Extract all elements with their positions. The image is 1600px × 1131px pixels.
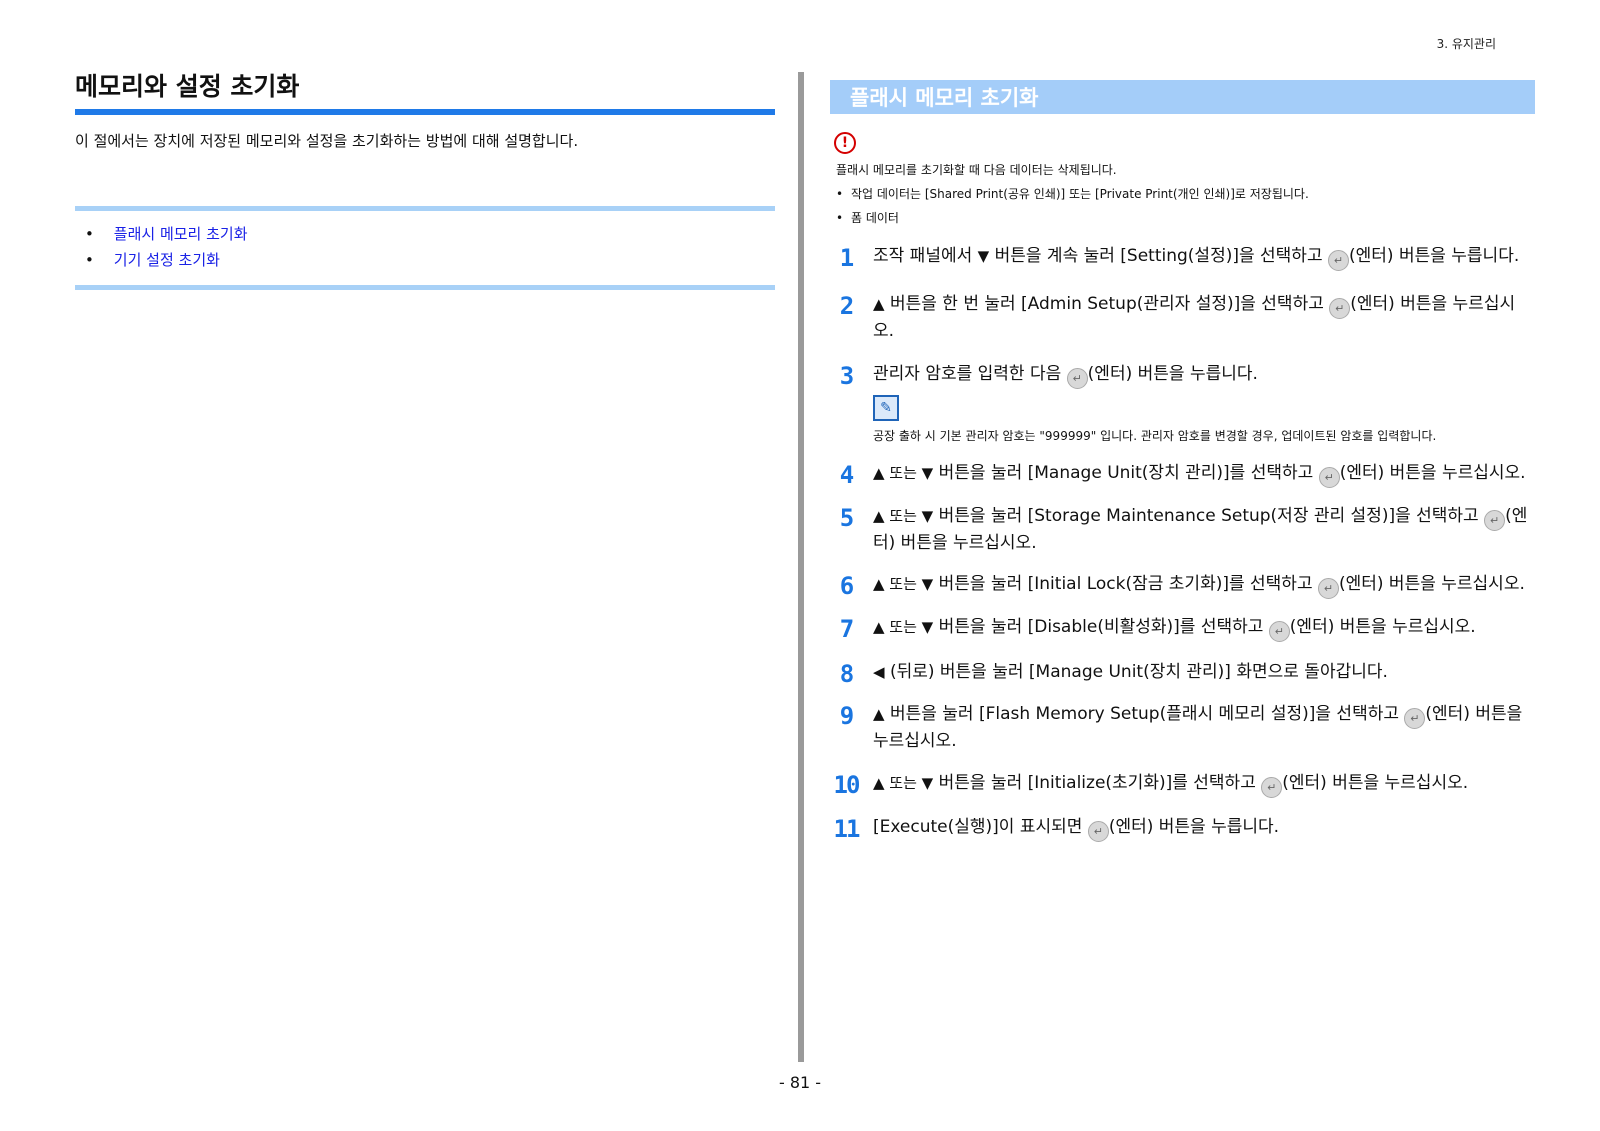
step-2: 2 ▲ 버튼을 한 번 눌러 [Admin Setup(관리자 설정)]을 선택… xyxy=(830,292,1535,344)
step-text: 버튼을 눌러 [Initial Lock(잠금 초기화)]를 선택하고 xyxy=(938,574,1313,594)
toc-list: • 플래시 메모리 초기화 • 기기 설정 초기화 xyxy=(75,221,775,273)
up-down-arrow-icons: ▲ 또는 ▼ xyxy=(873,774,934,792)
step-10: 10 ▲ 또는 ▼ 버튼을 눌러 [Initialize(초기화)]를 선택하고… xyxy=(830,771,1535,798)
intro-text: 이 절에서는 장치에 저장된 메모리와 설정을 초기화하는 방법에 대해 설명합… xyxy=(75,132,579,150)
step-4: 4 ▲ 또는 ▼ 버튼을 눌러 [Manage Unit(장치 관리)]를 선택… xyxy=(830,461,1535,488)
step-number: 11 xyxy=(833,815,861,843)
step-text: 조작 패널에서 xyxy=(873,246,973,266)
step-number: 5 xyxy=(839,504,854,532)
warning-bullet-text: 폼 데이터 xyxy=(851,211,899,225)
toc-link-device-settings-init[interactable]: 기기 설정 초기화 xyxy=(114,251,220,269)
enter-key-icon: ↵ xyxy=(1328,250,1349,271)
enter-key-icon: ↵ xyxy=(1484,510,1506,531)
step-9: 9 ▲ 버튼을 눌러 [Flash Memory Setup(플래시 메모리 설… xyxy=(830,702,1535,754)
step-text: (엔터) 버튼을 누르십시오. xyxy=(1338,574,1525,594)
enter-key-icon: ↵ xyxy=(1329,298,1351,319)
step-text: 버튼을 눌러 [Initialize(초기화)]를 선택하고 xyxy=(938,773,1256,793)
step-number: 10 xyxy=(833,771,861,799)
page-title: 메모리와 설정 초기화 xyxy=(75,72,300,101)
down-arrow-icon: ▼ xyxy=(977,247,990,265)
memo-icon: ✎ xyxy=(873,395,899,421)
warning-bullet: • 폼 데이터 xyxy=(836,211,899,225)
chapter-label: 3. 유지관리 xyxy=(1436,37,1496,51)
step-number: 3 xyxy=(839,362,854,390)
step-8: 8 ◀ (뒤로) 버튼을 눌러 [Manage Unit(장치 관리)] 화면으… xyxy=(830,660,1535,688)
step-text: 버튼을 계속 눌러 [Setting(설정)]을 선택하고 xyxy=(994,246,1323,266)
enter-key-icon: ↵ xyxy=(1087,821,1109,842)
step-text: 관리자 암호를 입력한 다음 xyxy=(873,364,1062,384)
step-text: (엔터) 버튼을 누릅니다. xyxy=(1108,817,1280,837)
enter-key-icon: ↵ xyxy=(1404,708,1426,729)
left-column: 메모리와 설정 초기화 이 절에서는 장치에 저장된 메모리와 설정을 초기화하… xyxy=(75,70,775,290)
up-down-arrow-icons: ▲ 또는 ▼ xyxy=(873,575,934,593)
enter-key-icon: ↵ xyxy=(1317,578,1339,599)
step-text: 버튼을 한 번 눌러 [Admin Setup(관리자 설정)]을 선택하고 xyxy=(889,294,1324,314)
step-text: 버튼을 눌러 [Manage Unit(장치 관리)]를 선택하고 xyxy=(938,463,1314,483)
title-rule xyxy=(75,109,775,115)
step-text: 버튼을 눌러 [Storage Maintenance Setup(저장 관리 … xyxy=(938,506,1479,526)
enter-key-icon: ↵ xyxy=(1261,777,1283,798)
up-arrow-icon: ▲ xyxy=(873,705,885,723)
column-divider xyxy=(798,72,804,1062)
toc-item: • 기기 설정 초기화 xyxy=(75,247,775,273)
step-text: [Execute(실행)]이 표시되면 xyxy=(873,817,1083,837)
warning-bullet-text: 작업 데이터는 [Shared Print(공유 인쇄)] 또는 [Privat… xyxy=(851,187,1309,201)
section-title: 플래시 메모리 초기화 xyxy=(850,86,1039,110)
toc-link-flash-memory-init[interactable]: 플래시 메모리 초기화 xyxy=(114,225,248,243)
up-down-arrow-icons: ▲ 또는 ▼ xyxy=(873,464,934,482)
step-number: 1 xyxy=(839,244,854,272)
step-text: 버튼을 눌러 [Disable(비활성화)]를 선택하고 xyxy=(938,617,1264,637)
step-text: (엔터) 버튼을 누르십시오. xyxy=(1339,463,1526,483)
step-number: 4 xyxy=(839,461,854,489)
step-text: (엔터) 버튼을 누르십시오. xyxy=(1282,773,1469,793)
step-1: 1 조작 패널에서 ▼ 버튼을 계속 눌러 [Setting(설정)]을 선택하… xyxy=(830,244,1535,271)
step-text: (엔터) 버튼을 누르십시오. xyxy=(1289,617,1476,637)
step-text: (엔터) 버튼을 누릅니다. xyxy=(1349,246,1520,266)
toc-bullet: • xyxy=(85,225,94,243)
toc-bullet: • xyxy=(85,251,94,269)
step-7: 7 ▲ 또는 ▼ 버튼을 눌러 [Disable(비활성화)]를 선택하고 ↵(… xyxy=(830,615,1535,642)
step-5: 5 ▲ 또는 ▼ 버튼을 눌러 [Storage Maintenance Set… xyxy=(830,504,1535,556)
toc-bottom-rule xyxy=(75,285,775,290)
step-text: (뒤로) 버튼을 눌러 [Manage Unit(장치 관리)] 화면으로 돌아… xyxy=(889,662,1388,682)
steps-list: 1 조작 패널에서 ▼ 버튼을 계속 눌러 [Setting(설정)]을 선택하… xyxy=(830,244,1535,842)
step-number: 7 xyxy=(839,615,854,643)
toc-top-rule xyxy=(75,206,775,211)
step-number: 6 xyxy=(839,572,854,600)
toc-item: • 플래시 메모리 초기화 xyxy=(75,221,775,247)
warning-text: 플래시 메모리를 초기화할 때 다음 데이터는 삭제됩니다. xyxy=(836,163,1117,177)
enter-key-icon: ↵ xyxy=(1268,621,1290,642)
up-arrow-icon: ▲ xyxy=(873,295,885,313)
step-3: 3 관리자 암호를 입력한 다음 ↵ (엔터) 버튼을 누릅니다. xyxy=(830,362,1535,389)
step-number: 2 xyxy=(839,292,854,320)
warning-icon: ! xyxy=(834,132,856,154)
right-column: 플래시 메모리 초기화 ! 플래시 메모리를 초기화할 때 다음 데이터는 삭제… xyxy=(830,80,1535,842)
back-arrow-icon: ◀ xyxy=(873,663,885,681)
up-down-arrow-icons: ▲ 또는 ▼ xyxy=(873,618,934,636)
enter-key-icon: ↵ xyxy=(1066,368,1088,389)
step-number: 8 xyxy=(839,660,854,688)
enter-key-icon: ↵ xyxy=(1318,467,1340,488)
step-text: 버튼을 눌러 [Flash Memory Setup(플래시 메모리 설정)]을… xyxy=(889,704,1399,724)
step-text: (엔터) 버튼을 누릅니다. xyxy=(1087,364,1258,384)
step-number: 9 xyxy=(839,702,854,730)
page-number: - 81 - xyxy=(778,1073,822,1092)
step-6: 6 ▲ 또는 ▼ 버튼을 눌러 [Initial Lock(잠금 초기화)]를 … xyxy=(830,572,1535,599)
memo-text: 공장 출하 시 기본 관리자 암호는 "999999" 입니다. 관리자 암호를… xyxy=(873,429,1437,443)
section-header: 플래시 메모리 초기화 xyxy=(830,80,1535,114)
step-11: 11 [Execute(실행)]이 표시되면 ↵ (엔터) 버튼을 누릅니다. xyxy=(830,815,1535,842)
warning-bullet: • 작업 데이터는 [Shared Print(공유 인쇄)] 또는 [Priva… xyxy=(836,187,1309,201)
up-down-arrow-icons: ▲ 또는 ▼ xyxy=(873,507,934,525)
